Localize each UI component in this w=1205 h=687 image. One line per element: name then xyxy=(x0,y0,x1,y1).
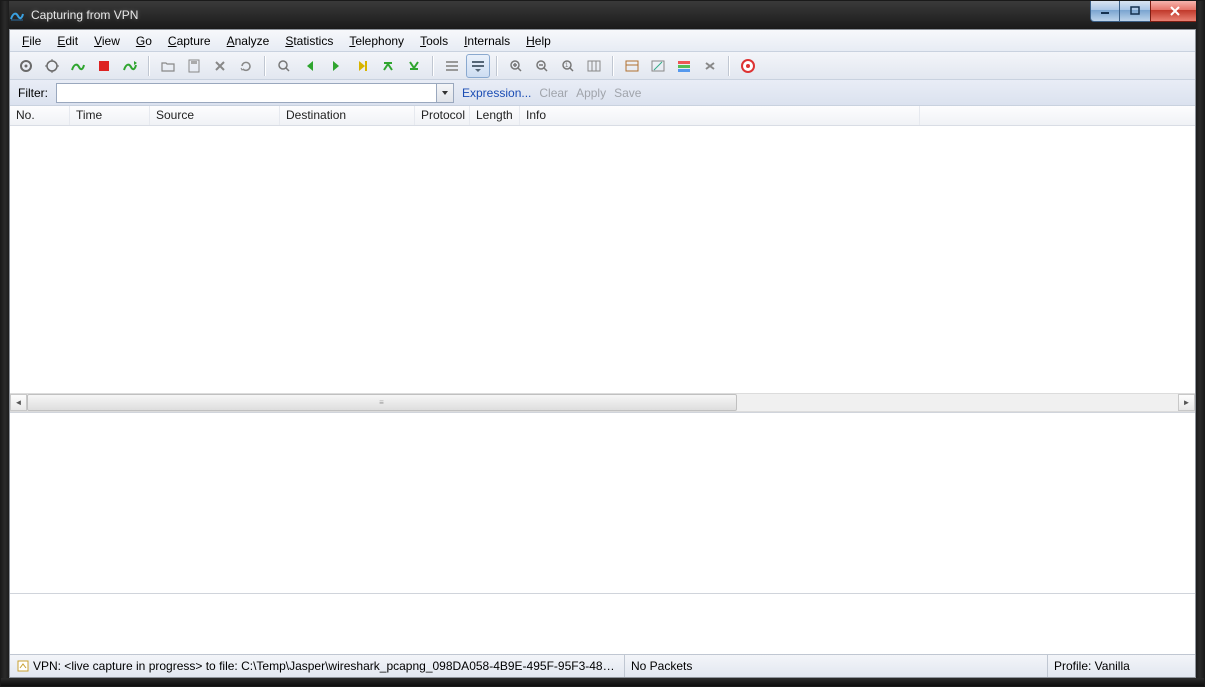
filter-apply-link[interactable]: Apply xyxy=(576,86,606,100)
coloring-rules-button[interactable] xyxy=(672,54,696,78)
go-first-packet-button[interactable] xyxy=(376,54,400,78)
main-toolbar: 1 xyxy=(10,52,1195,80)
filter-save-link[interactable]: Save xyxy=(614,86,641,100)
toolbar-separator xyxy=(496,56,498,76)
column-header-source[interactable]: Source xyxy=(150,106,280,125)
close-button[interactable] xyxy=(1150,1,1200,22)
filter-dropdown-button[interactable] xyxy=(436,84,453,102)
column-header-time[interactable]: Time xyxy=(70,106,150,125)
status-packets-cell[interactable]: No Packets xyxy=(625,655,1048,677)
toolbar-separator xyxy=(612,56,614,76)
scroll-track[interactable]: ≡ xyxy=(27,394,1178,411)
column-header-no[interactable]: No. xyxy=(10,106,70,125)
filter-input[interactable] xyxy=(57,84,436,102)
close-file-button[interactable] xyxy=(208,54,232,78)
status-profile-cell[interactable]: Profile: Vanilla xyxy=(1048,655,1195,677)
menu-go[interactable]: Go xyxy=(128,33,160,49)
find-packet-button[interactable] xyxy=(272,54,296,78)
help-button[interactable] xyxy=(736,54,760,78)
packet-details-pane[interactable] xyxy=(10,412,1195,594)
resize-columns-button[interactable] xyxy=(582,54,606,78)
toolbar-separator xyxy=(264,56,266,76)
menu-help[interactable]: Help xyxy=(518,33,559,49)
go-back-button[interactable] xyxy=(298,54,322,78)
column-header-destination[interactable]: Destination xyxy=(280,106,415,125)
status-profile-text: Profile: Vanilla xyxy=(1054,659,1130,673)
minimize-button[interactable] xyxy=(1090,1,1120,22)
menu-bar: FileEditViewGoCaptureAnalyzeStatisticsTe… xyxy=(10,30,1195,52)
capture-options-button[interactable] xyxy=(40,54,64,78)
reload-button[interactable] xyxy=(234,54,258,78)
status-packets-text: No Packets xyxy=(631,659,692,673)
zoom-out-button[interactable] xyxy=(530,54,554,78)
packet-list-pane[interactable] xyxy=(10,126,1195,393)
wireshark-icon xyxy=(9,7,25,23)
filter-expression-link[interactable]: Expression... xyxy=(462,86,531,100)
colorize-button[interactable] xyxy=(440,54,464,78)
filter-clear-link[interactable]: Clear xyxy=(539,86,568,100)
list-interfaces-button[interactable] xyxy=(14,54,38,78)
zoom-reset-button[interactable]: 1 xyxy=(556,54,580,78)
go-last-packet-button[interactable] xyxy=(402,54,426,78)
filter-label: Filter: xyxy=(18,86,48,100)
packet-list-header: No.TimeSourceDestinationProtocolLengthIn… xyxy=(10,106,1195,126)
go-to-packet-button[interactable] xyxy=(350,54,374,78)
go-forward-button[interactable] xyxy=(324,54,348,78)
filter-input-wrap xyxy=(56,83,454,103)
menu-analyze[interactable]: Analyze xyxy=(219,33,278,49)
start-capture-button[interactable] xyxy=(66,54,90,78)
expert-info-icon[interactable] xyxy=(16,658,29,674)
menu-capture[interactable]: Capture xyxy=(160,33,219,49)
window-title: Capturing from VPN xyxy=(31,8,138,22)
column-header-length[interactable]: Length xyxy=(470,106,520,125)
display-filters-button[interactable] xyxy=(646,54,670,78)
restart-capture-button[interactable] xyxy=(118,54,142,78)
menu-telephony[interactable]: Telephony xyxy=(341,33,412,49)
title-drag-area[interactable] xyxy=(138,1,1091,29)
list-hscrollbar[interactable]: ◄ ≡ ► xyxy=(10,393,1195,412)
scroll-left-button[interactable]: ◄ xyxy=(10,394,27,411)
scroll-right-button[interactable]: ► xyxy=(1178,394,1195,411)
toolbar-separator xyxy=(432,56,434,76)
preferences-button[interactable] xyxy=(698,54,722,78)
menu-edit[interactable]: Edit xyxy=(49,33,86,49)
menu-tools[interactable]: Tools xyxy=(412,33,456,49)
column-header-info[interactable]: Info xyxy=(520,106,920,125)
filter-toolbar: Filter: Expression... Clear Apply Save xyxy=(10,80,1195,106)
toolbar-separator xyxy=(728,56,730,76)
menu-statistics[interactable]: Statistics xyxy=(277,33,341,49)
maximize-button[interactable] xyxy=(1119,1,1151,22)
status-main-cell[interactable]: VPN: <live capture in progress> to file:… xyxy=(10,655,625,677)
status-main-text: VPN: <live capture in progress> to file:… xyxy=(33,659,618,673)
menu-view[interactable]: View xyxy=(86,33,128,49)
column-header-protocol[interactable]: Protocol xyxy=(415,106,470,125)
capture-filters-button[interactable] xyxy=(620,54,644,78)
packet-bytes-pane[interactable] xyxy=(10,594,1195,654)
client-area: FileEditViewGoCaptureAnalyzeStatisticsTe… xyxy=(9,29,1196,678)
zoom-in-button[interactable] xyxy=(504,54,528,78)
menu-file[interactable]: File xyxy=(14,33,49,49)
open-file-button[interactable] xyxy=(156,54,180,78)
scroll-thumb[interactable]: ≡ xyxy=(27,394,737,411)
title-bar[interactable]: Capturing from VPN xyxy=(1,1,1204,30)
app-window: Capturing from VPN FileEditViewGoCapture… xyxy=(0,0,1205,687)
menu-internals[interactable]: Internals xyxy=(456,33,518,49)
stop-capture-button[interactable] xyxy=(92,54,116,78)
toolbar-separator xyxy=(148,56,150,76)
window-controls xyxy=(1091,1,1200,21)
save-file-button[interactable] xyxy=(182,54,206,78)
auto-scroll-button[interactable] xyxy=(466,54,490,78)
status-bar: VPN: <live capture in progress> to file:… xyxy=(10,654,1195,677)
